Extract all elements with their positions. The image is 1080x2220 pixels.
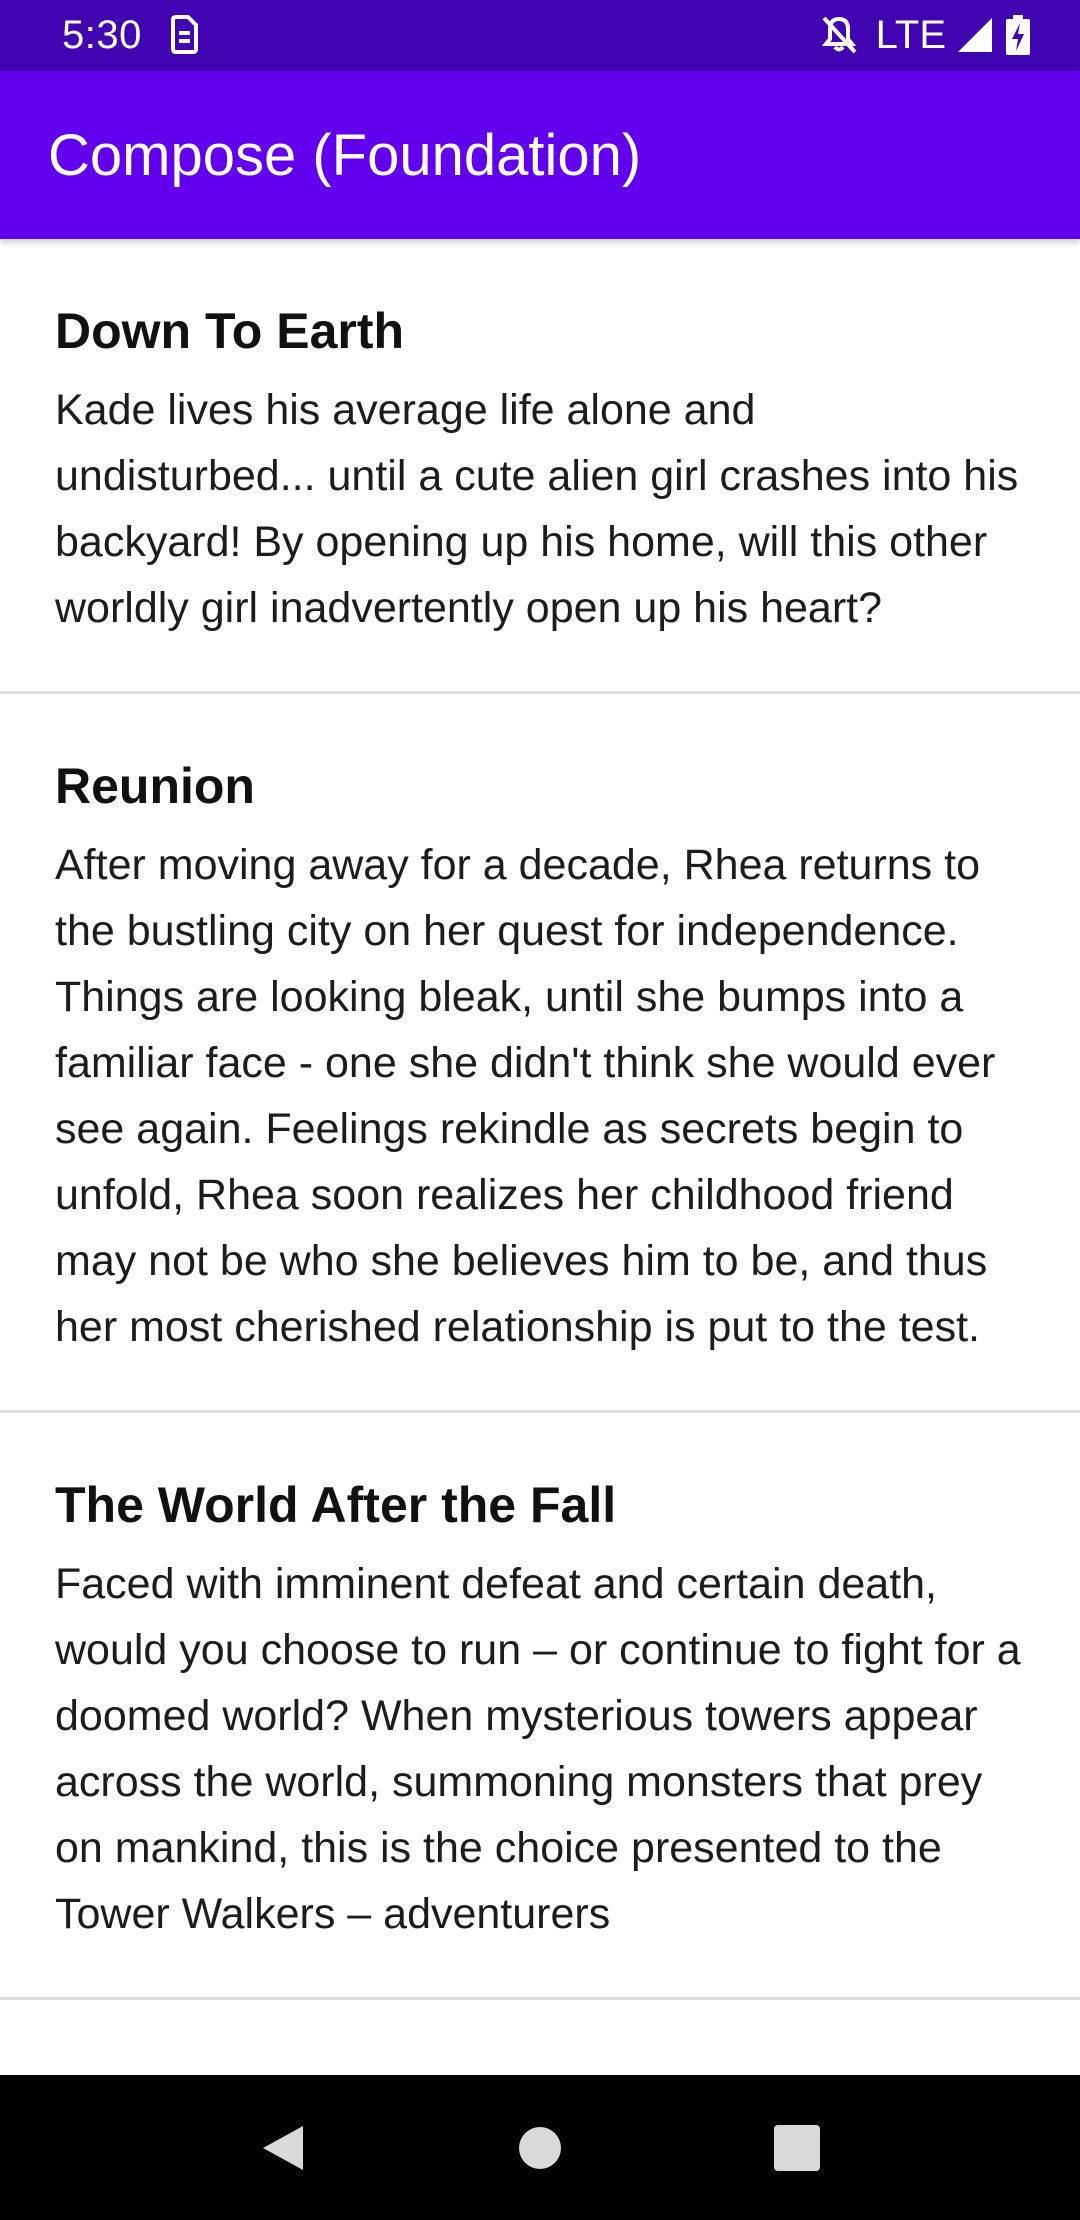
network-type: LTE — [875, 13, 946, 57]
story-description: Kade lives his average life alone and un… — [55, 386, 1019, 632]
app-title: Compose (Foundation) — [48, 123, 642, 188]
battery-charging-icon — [1006, 15, 1030, 55]
story-item[interactable]: The World After the Fall Faced with immi… — [0, 1413, 1080, 2000]
notifications-off-icon — [820, 15, 858, 55]
story-list[interactable]: Down To Earth Kade lives his average lif… — [0, 239, 1080, 2075]
status-icons: LTE — [820, 10, 1030, 60]
back-icon[interactable] — [223, 2075, 343, 2220]
story-item[interactable]: Reunion After moving away for a decade, … — [0, 694, 1080, 1413]
story-description: Faced with imminent defeat and certain d… — [55, 1560, 1021, 1938]
app-bar: Compose (Foundation) — [0, 71, 1080, 239]
sim-icon — [168, 14, 200, 59]
status-time: 5:30 — [62, 13, 142, 57]
story-title: The World After the Fall — [55, 1477, 617, 1533]
navigation-bar — [0, 2075, 1080, 2220]
story-item[interactable]: Down To Earth Kade lives his average lif… — [0, 239, 1080, 694]
story-description: After moving away for a decade, Rhea ret… — [55, 841, 996, 1351]
recents-icon[interactable] — [737, 2075, 857, 2220]
home-icon[interactable] — [480, 2075, 600, 2220]
status-bar: 5:30 LTE — [0, 0, 1080, 71]
story-title: Down To Earth — [55, 303, 405, 359]
signal-icon — [956, 16, 994, 54]
story-title: Reunion — [55, 758, 255, 814]
